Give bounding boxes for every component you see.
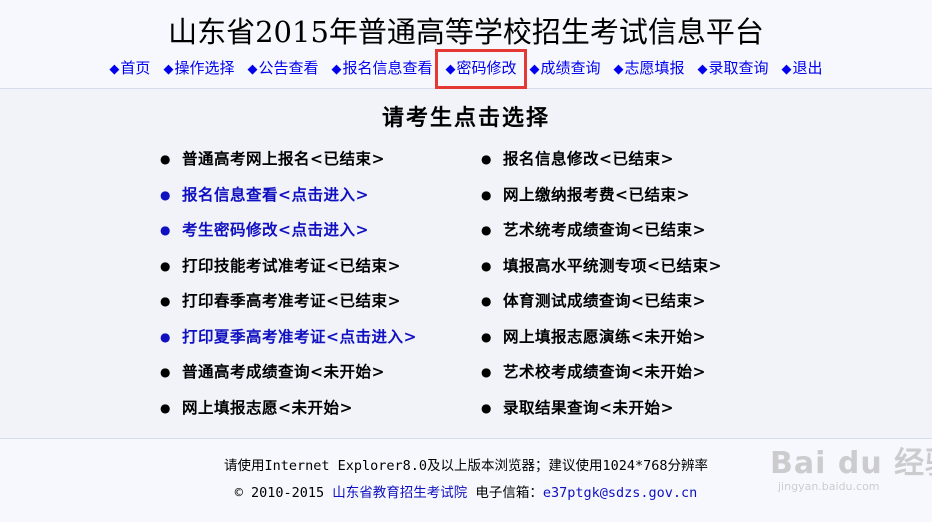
nav-item-label: 首页	[120, 59, 151, 77]
diamond-icon: ◆	[109, 62, 120, 77]
nav-item-8[interactable]: ◆退出	[780, 57, 825, 81]
nav-item-1[interactable]: ◆操作选择	[161, 57, 236, 81]
nav-item-label: 密码修改	[456, 59, 517, 77]
option-label: 打印技能考试准考证<已结束>	[182, 255, 401, 275]
option-list-right: ● 报名信息修改<已结束> ● 网上缴纳报考费<已结束> ● 艺术统考成绩查询<已结束> ●…	[481, 144, 722, 428]
browser-note: 请使用Internet Explorer8.0及以上版本浏览器；建议使用1024…	[223, 458, 709, 474]
option-item-right-0: ● 报名信息修改<已结束>	[481, 144, 722, 180]
option-label: 艺术校考成绩查询<未开始>	[503, 362, 706, 381]
bullet-icon: ●	[481, 152, 492, 166]
option-item-left-6: ● 普通高考成绩查询<未开始>	[160, 357, 417, 393]
bullet-icon: ●	[481, 329, 492, 344]
bullet-icon: ●	[481, 400, 492, 415]
bullet-icon: ●	[160, 152, 171, 166]
option-label: 体育测试成绩查询<已结束>	[503, 291, 706, 310]
diamond-icon: ◆	[445, 62, 456, 77]
option-item-left-7: ● 网上填报志愿<未开始>	[160, 393, 417, 429]
copyright-line: © 2010-2015 山东省教育招生考试院 电子信箱：e37ptgk@sdzs…	[0, 483, 932, 503]
option-label: 录取结果查询<未开始>	[503, 397, 674, 417]
email-link[interactable]: e37ptgk@sdzs.gov.cn	[543, 485, 697, 501]
nav-item-4[interactable]: ◆密码修改	[435, 49, 527, 89]
option-label: 考生密码修改<点击进入>	[182, 220, 369, 239]
nav-item-label: 报名信息查看	[342, 59, 433, 77]
bullet-icon: ●	[481, 365, 492, 379]
option-label: 填报高水平统测专项<已结束>	[503, 255, 722, 275]
bullet-icon: ●	[160, 365, 171, 379]
option-item-right-4: ● 体育测试成绩查询<已结束>	[481, 286, 722, 322]
nav-item-label: 录取查询	[708, 59, 769, 77]
nav-item-3[interactable]: ◆报名信息查看	[329, 57, 434, 81]
top-nav: ◆首页 ◆操作选择 ◆公告查看 ◆报名信息查看 ◆密码修改 ◆成绩查询 ◆志愿填报 ◆录取查询…	[0, 49, 932, 89]
diamond-icon: ◆	[163, 62, 174, 77]
option-label: 打印夏季高考准考证<点击进入>	[182, 326, 417, 346]
option-item-right-5: ● 网上填报志愿演练<未开始>	[481, 322, 722, 358]
option-item-left-3: ● 打印技能考试准考证<已结束>	[160, 251, 417, 287]
bullet-icon: ●	[481, 258, 492, 273]
nav-item-6[interactable]: ◆志愿填报	[612, 57, 687, 81]
option-link-left-5[interactable]: ● 打印夏季高考准考证<点击进入>	[160, 322, 417, 358]
option-label: 报名信息修改<已结束>	[503, 149, 674, 168]
option-label: 普通高考成绩查询<未开始>	[182, 362, 385, 381]
page-footer: 请使用Internet Explorer8.0及以上版本浏览器；建议使用1024…	[0, 438, 932, 522]
diamond-icon: ◆	[613, 62, 624, 77]
option-item-right-2: ● 艺术统考成绩查询<已结束>	[481, 215, 722, 251]
site-title: 山东省2015年普通高等学校招生考试信息平台	[168, 15, 764, 49]
selection-heading: 请考生点击选择	[381, 105, 550, 131]
nav-item-7[interactable]: ◆录取查询	[696, 57, 771, 81]
bullet-icon: ●	[160, 294, 171, 308]
diamond-icon: ◆	[697, 62, 708, 77]
nav-item-label: 志愿填报	[624, 59, 685, 77]
diamond-icon: ◆	[247, 62, 258, 77]
nav-item-label: 操作选择	[174, 59, 235, 77]
bullet-icon: ●	[160, 187, 171, 202]
page-header: 山东省2015年普通高等学校招生考试信息平台 ◆首页 ◆操作选择 ◆公告查看 ◆报名信…	[0, 0, 932, 89]
org-link[interactable]: 山东省教育招生考试院	[332, 485, 467, 501]
email-label: 电子信箱：	[475, 485, 543, 501]
option-label: 报名信息查看<点击进入>	[182, 184, 369, 204]
main-content: 请考生点击选择 ● 普通高考网上报名<已结束> ● 报名信息查看<点击进入> ● 考生密码…	[0, 89, 932, 439]
bullet-icon: ●	[160, 400, 171, 415]
bullet-icon: ●	[481, 223, 492, 237]
option-item-right-3: ● 填报高水平统测专项<已结束>	[481, 251, 722, 287]
copyright-text: © 2010-2015	[234, 485, 325, 501]
option-item-right-1: ● 网上缴纳报考费<已结束>	[481, 180, 722, 216]
nav-item-label: 退出	[792, 59, 823, 77]
option-link-left-2[interactable]: ● 考生密码修改<点击进入>	[160, 215, 417, 251]
option-label: 网上填报志愿演练<未开始>	[503, 326, 706, 346]
option-item-right-6: ● 艺术校考成绩查询<未开始>	[481, 357, 722, 393]
bullet-icon: ●	[160, 223, 171, 237]
nav-item-label: 公告查看	[258, 59, 319, 77]
bullet-icon: ●	[160, 258, 171, 273]
nav-item-label: 成绩查询	[540, 59, 601, 77]
option-item-right-7: ● 录取结果查询<未开始>	[481, 393, 722, 429]
option-item-left-0: ● 普通高考网上报名<已结束>	[160, 144, 417, 180]
bullet-icon: ●	[481, 187, 492, 202]
option-label: 打印春季高考准考证<已结束>	[182, 291, 401, 310]
diamond-icon: ◆	[781, 62, 792, 77]
diamond-icon: ◆	[331, 62, 342, 77]
option-list-left: ● 普通高考网上报名<已结束> ● 报名信息查看<点击进入> ● 考生密码修改<点击进入>…	[160, 144, 417, 428]
option-link-left-1[interactable]: ● 报名信息查看<点击进入>	[160, 180, 417, 216]
option-label: 网上缴纳报考费<已结束>	[503, 184, 690, 204]
bullet-icon: ●	[160, 329, 171, 344]
option-label: 网上填报志愿<未开始>	[182, 397, 353, 417]
bullet-icon: ●	[481, 294, 492, 308]
diamond-icon: ◆	[529, 62, 540, 77]
option-item-left-4: ● 打印春季高考准考证<已结束>	[160, 286, 417, 322]
nav-item-0[interactable]: ◆首页	[107, 57, 152, 81]
nav-item-2[interactable]: ◆公告查看	[245, 57, 320, 81]
option-label: 普通高考网上报名<已结束>	[182, 149, 385, 168]
nav-item-5[interactable]: ◆成绩查询	[528, 57, 603, 81]
option-label: 艺术统考成绩查询<已结束>	[503, 220, 706, 239]
